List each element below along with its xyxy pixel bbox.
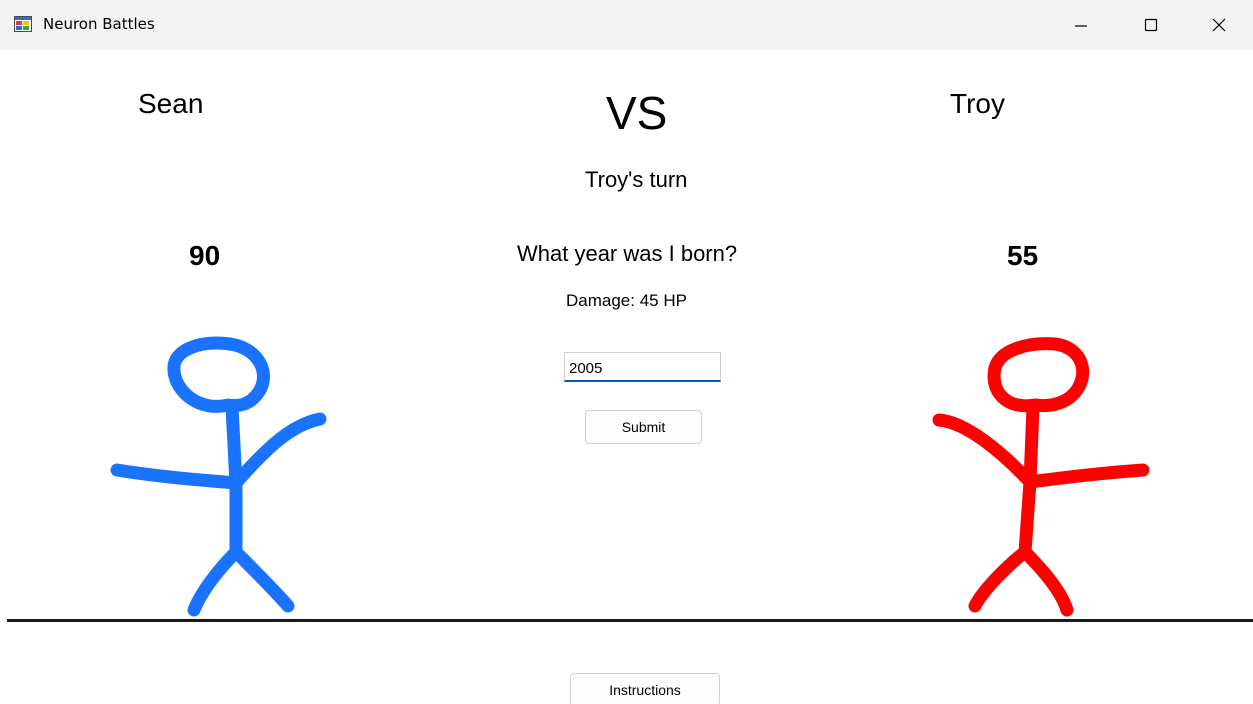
ground-line xyxy=(7,619,1253,622)
game-window: Neuron Battles Sean VS Troy Troy's turn … xyxy=(0,0,1253,704)
instructions-button[interactable]: Instructions xyxy=(570,673,720,704)
window-title: Neuron Battles xyxy=(43,15,155,33)
answer-input[interactable] xyxy=(564,352,721,382)
close-button[interactable] xyxy=(1196,0,1242,50)
player-right-stick-figure xyxy=(932,337,1150,617)
question-text: What year was I born? xyxy=(517,241,738,266)
turn-indicator: Troy's turn xyxy=(585,167,688,192)
maximize-button[interactable] xyxy=(1128,0,1174,50)
player-left-hp: 90 xyxy=(189,240,221,271)
minimize-button[interactable] xyxy=(1058,0,1104,50)
title-bar[interactable]: Neuron Battles xyxy=(0,0,1253,50)
player-right-hp: 55 xyxy=(1007,240,1039,271)
player-right-name: Troy xyxy=(950,88,1005,119)
vs-label: VS xyxy=(606,87,668,139)
submit-button[interactable]: Submit xyxy=(585,410,702,444)
damage-text: Damage: 45 HP xyxy=(566,291,687,310)
player-left-name: Sean xyxy=(138,88,204,119)
player-left-stick-figure xyxy=(110,336,327,617)
app-window-icon xyxy=(14,16,32,32)
